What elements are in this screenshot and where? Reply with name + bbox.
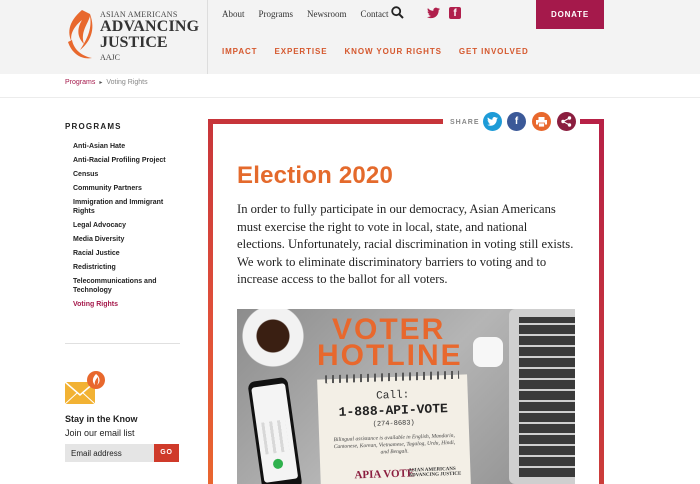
nav-link-programs[interactable]: Programs <box>259 9 294 19</box>
mail-icon <box>65 371 105 405</box>
site-header: ASIAN AMERICANS ADVANCING JUSTICE AAJC A… <box>0 0 700 74</box>
breadcrumb: Programs ▸ Voting Rights <box>65 79 148 86</box>
newsletter-title: Stay in the Know <box>65 414 138 424</box>
breadcrumb-current: Voting Rights <box>106 79 148 86</box>
logo-line-2: ADVANCING <box>100 18 200 35</box>
nav-link-about[interactable]: About <box>222 9 245 19</box>
sidebar-item-telecommunications[interactable]: Telecommunications and Technology <box>73 277 177 295</box>
breadcrumb-divider <box>0 97 700 98</box>
top-utility-nav: About Programs Newsroom Contact <box>222 9 403 19</box>
share-facebook-icon[interactable]: f <box>507 112 526 131</box>
breadcrumb-programs[interactable]: Programs <box>65 79 95 86</box>
sidebar-item-census[interactable]: Census <box>73 170 177 179</box>
sidebar-divider <box>65 343 180 344</box>
voter-hotline-image: VOTER HOTLINE Call: 1-888-API-VOTE (274-… <box>237 309 575 484</box>
facebook-icon[interactable]: f <box>449 7 461 19</box>
sidebar-item-anti-asian-hate[interactable]: Anti-Asian Hate <box>73 142 177 151</box>
nav-link-newsroom[interactable]: Newsroom <box>307 9 347 19</box>
content-frame-right <box>599 119 604 484</box>
flame-logo-icon <box>68 10 93 59</box>
apia-vote-logo: APIA VOTE <box>354 467 415 482</box>
sidebar-item-voting-rights[interactable]: Voting Rights <box>73 300 177 309</box>
share-twitter-icon[interactable] <box>483 112 502 131</box>
donate-button[interactable]: DONATE <box>536 0 604 29</box>
email-field[interactable] <box>65 444 154 462</box>
main-nav: IMPACT EXPERTISE KNOW YOUR RIGHTS GET IN… <box>222 47 546 56</box>
notepad-graphic: Call: 1-888-API-VOTE (274-8683) Bilingua… <box>317 370 471 484</box>
laptop-keyboard-graphic <box>519 317 575 477</box>
intro-paragraph: In order to fully participate in our dem… <box>237 202 574 286</box>
header-divider <box>207 0 208 74</box>
sidebar-item-racial-justice[interactable]: Racial Justice <box>73 249 177 258</box>
aajc-logo[interactable]: ASIAN AMERICANS ADVANCING JUSTICE AAJC <box>62 8 202 66</box>
phone-dialpad <box>261 419 290 455</box>
main-nav-get-involved[interactable]: GET INVOLVED <box>459 47 529 56</box>
tea-cup-graphic <box>239 309 307 369</box>
breadcrumb-separator-icon: ▸ <box>99 80 103 86</box>
twitter-icon[interactable] <box>427 7 440 19</box>
earbuds-case-graphic <box>473 337 503 367</box>
sidebar-item-immigration[interactable]: Immigration and Immigrant Rights <box>73 198 177 216</box>
main-nav-expertise[interactable]: EXPERTISE <box>274 47 327 56</box>
logo-line-3: JUSTICE <box>100 34 168 51</box>
search-icon[interactable] <box>391 6 404 19</box>
sidebar-item-redistricting[interactable]: Redistricting <box>73 263 177 272</box>
page-title: Election 2020 <box>237 162 394 189</box>
sidebar-program-list: Anti-Asian Hate Anti-Racial Profiling Pr… <box>73 142 177 314</box>
laptop-graphic <box>509 309 575 484</box>
main-nav-know-your-rights[interactable]: KNOW YOUR RIGHTS <box>345 47 442 56</box>
aaj-small-logo: ASIAN AMERICANS ADVANCING JUSTICE <box>408 466 462 479</box>
content-frame-left <box>208 119 213 484</box>
hotline-title-line2: HOTLINE <box>317 339 463 372</box>
sidebar-item-anti-racial-profiling[interactable]: Anti-Racial Profiling Project <box>73 156 177 165</box>
sidebar-item-media-diversity[interactable]: Media Diversity <box>73 235 177 244</box>
hotline-fine-print: Bilingual assistance is available in Eng… <box>333 432 456 456</box>
sidebar-item-legal-advocacy[interactable]: Legal Advocacy <box>73 221 177 230</box>
logo-line-4: AAJC <box>100 53 121 62</box>
share-label: SHARE <box>450 119 480 126</box>
share-icon[interactable] <box>557 112 576 131</box>
newsletter-subtitle: Join our email list <box>65 428 135 438</box>
nav-link-contact[interactable]: Contact <box>361 9 389 19</box>
share-print-icon[interactable] <box>532 112 551 131</box>
sidebar-title: PROGRAMS <box>65 122 122 131</box>
sidebar-item-community-partners[interactable]: Community Partners <box>73 184 177 193</box>
main-nav-impact[interactable]: IMPACT <box>222 47 257 56</box>
content-frame-top <box>208 119 443 124</box>
newsletter-go-button[interactable]: GO <box>154 444 179 462</box>
